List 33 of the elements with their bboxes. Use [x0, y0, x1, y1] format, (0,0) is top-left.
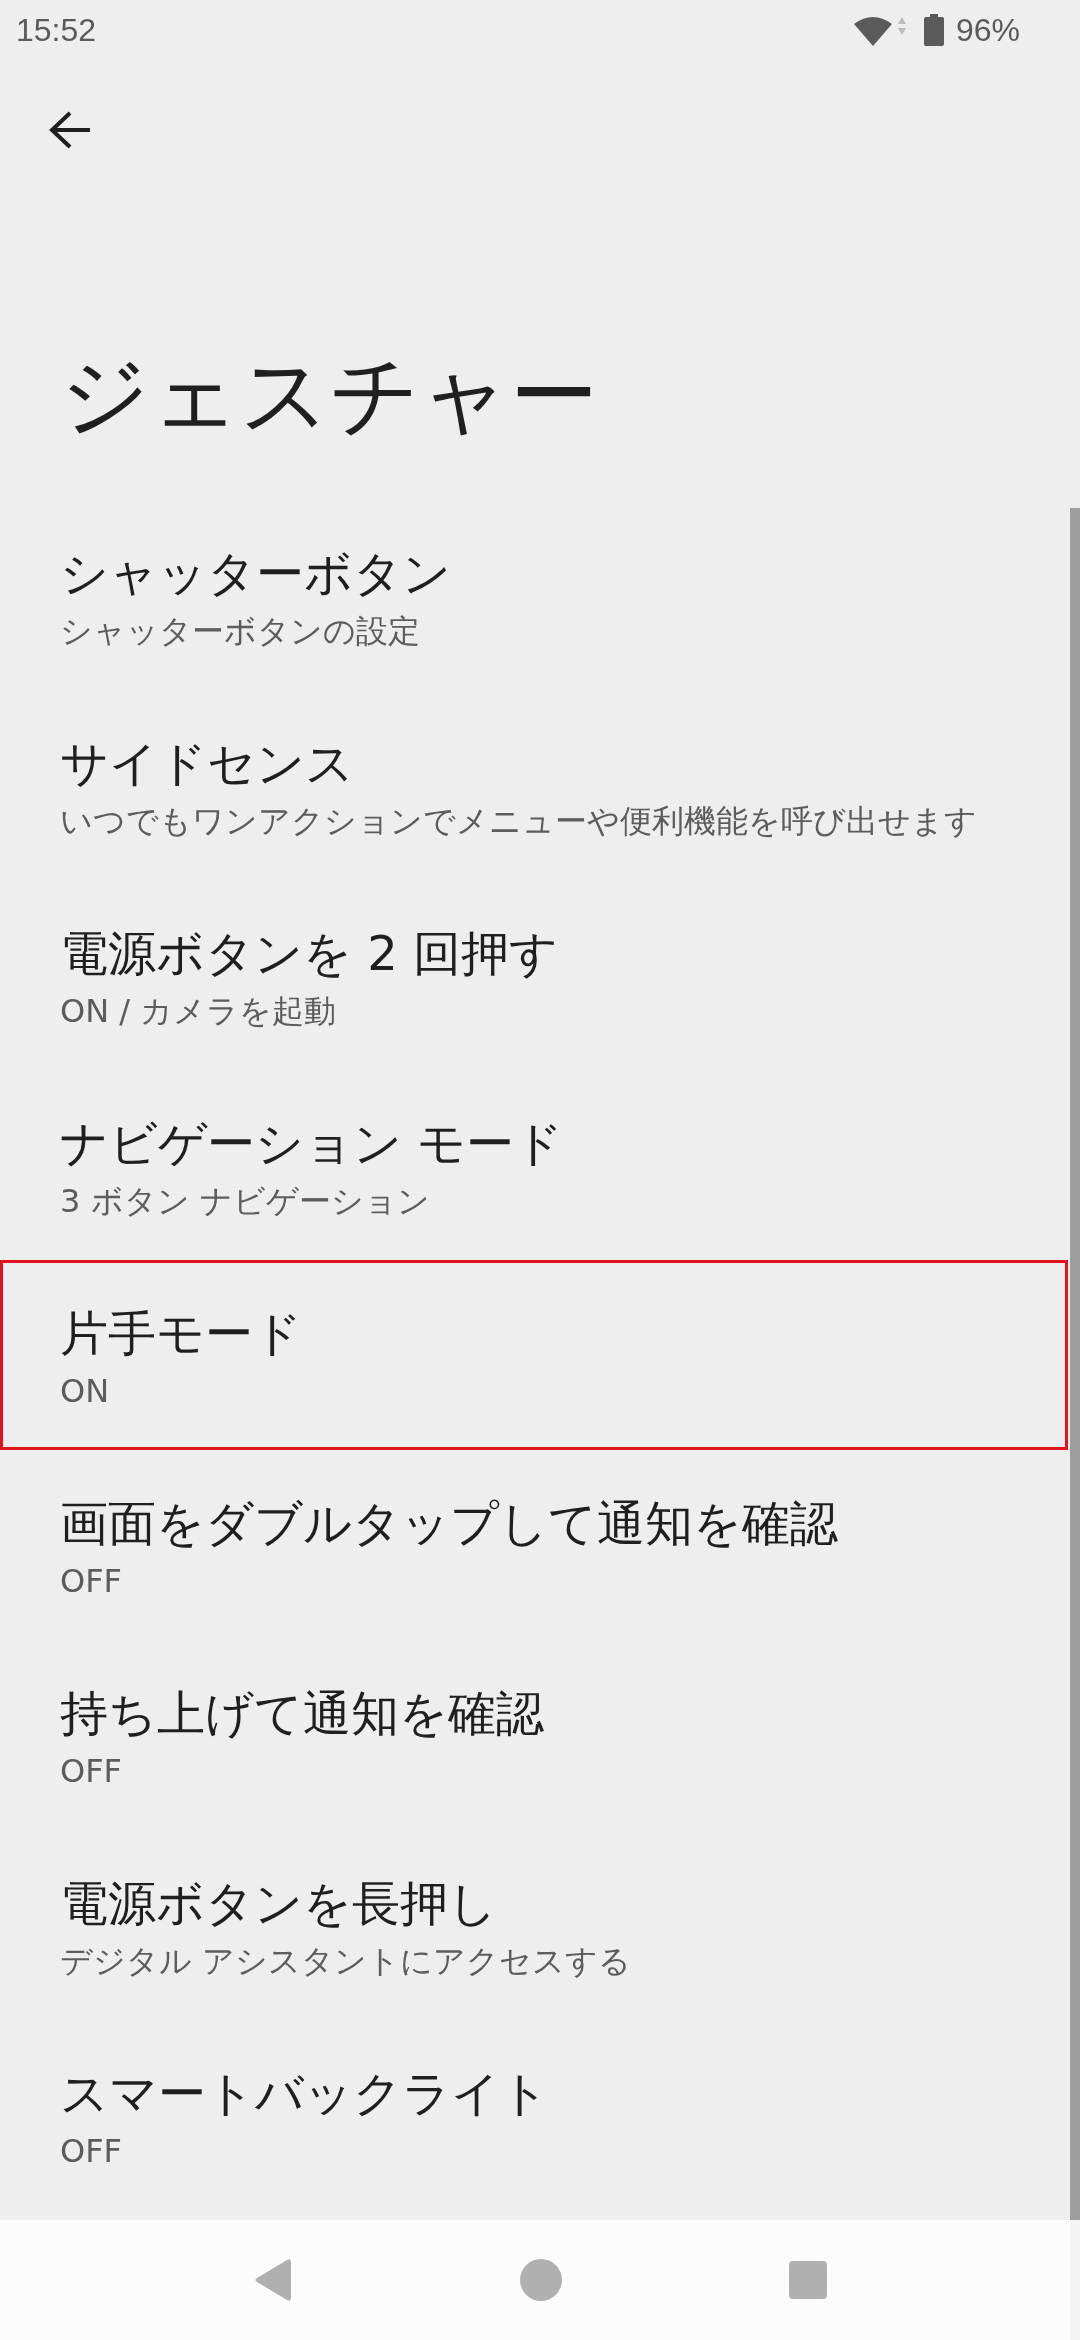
item-title: 持ち上げて通知を確認 [60, 1684, 545, 1743]
item-title: シャッターボタン [60, 544, 452, 603]
item-subtitle: いつでもワンアクションでメニューや便利機能を呼び出せます [60, 801, 978, 842]
battery-percent: 96% [955, 11, 1020, 49]
clock: 15:52 [16, 11, 97, 49]
item-title: ナビゲーション モード [60, 1114, 565, 1173]
back-nav-button[interactable] [253, 2258, 293, 2302]
settings-item[interactable]: 持ち上げて通知を確認 OFF [0, 1640, 1068, 1830]
item-title: 画面をダブルタップして通知を確認 [60, 1494, 839, 1553]
item-title: スマートバックライト [60, 2064, 550, 2123]
settings-item[interactable]: スマートバックライト OFF [0, 2020, 1068, 2210]
battery-icon [923, 14, 944, 46]
item-subtitle: ON / カメラを起動 [60, 991, 338, 1032]
item-title: サイドセンス [60, 734, 355, 793]
item-subtitle: デジタル アシスタントにアクセスする [60, 1941, 633, 1982]
settings-item[interactable]: 電源ボタンを 2 回押す ON / カメラを起動 [0, 880, 1068, 1070]
item-title: 電源ボタンを長押し [60, 1874, 498, 1933]
settings-item[interactable]: 画面をダブルタップして通知を確認 OFF [0, 1450, 1068, 1640]
item-subtitle: ON [60, 1371, 111, 1412]
settings-item[interactable]: シャッターボタン シャッターボタンの設定 [0, 500, 1068, 690]
item-subtitle: 3 ボタン ナビゲーション [60, 1181, 431, 1222]
item-subtitle: OFF [60, 1561, 123, 1602]
page-title: ジェスチャー [59, 341, 599, 448]
settings-item[interactable]: サイドセンス いつでもワンアクションでメニューや便利機能を呼び出せます [0, 690, 1068, 880]
settings-item[interactable]: ナビゲーション モード 3 ボタン ナビゲーション [0, 1070, 1068, 1260]
item-title: 片手モード [60, 1304, 303, 1363]
settings-item[interactable]: 電源ボタンを長押し デジタル アシスタントにアクセスする [0, 1830, 1068, 2020]
item-subtitle: シャッターボタンの設定 [60, 611, 421, 652]
item-title: 電源ボタンを 2 回押す [60, 924, 560, 983]
settings-item[interactable]: 片手モード ON [0, 1260, 1068, 1450]
item-subtitle: OFF [60, 1751, 123, 1792]
item-subtitle: OFF [60, 2131, 123, 2172]
home-button[interactable] [519, 2258, 563, 2302]
